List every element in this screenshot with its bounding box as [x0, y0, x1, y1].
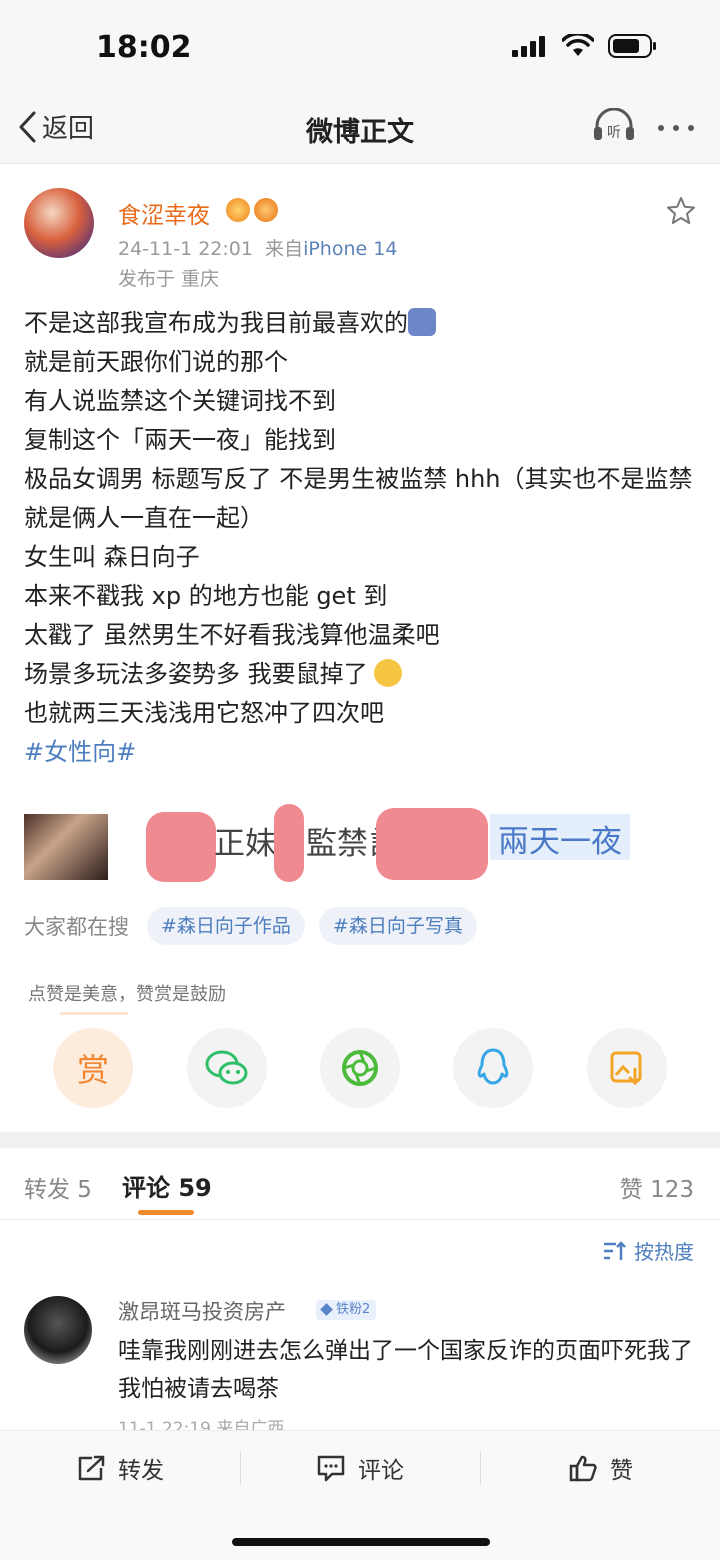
bar-separator	[480, 1451, 481, 1485]
comment-text: 哇靠我刚刚进去怎么弹出了一个国家反诈的页面吓死我了我怕被请去喝茶	[118, 1338, 693, 1402]
reward-tip: 点赞是美意，赞赏是鼓励	[28, 984, 226, 1005]
more-options-button[interactable]	[656, 98, 696, 166]
author-name[interactable]: 食涩幸夜	[118, 196, 210, 230]
interaction-tabs: 转发 5 评论 59 赞 123	[0, 1148, 720, 1220]
share-qq-button[interactable]	[453, 1028, 533, 1108]
post-line: 就是前天跟你们说的那个	[24, 348, 288, 376]
post-line: 有人说监禁这个关键词找不到	[24, 387, 336, 415]
author-badges	[226, 198, 278, 222]
back-button[interactable]: 返回	[18, 108, 94, 145]
repost-button[interactable]: 转发	[76, 1451, 164, 1485]
censor-mark	[376, 808, 488, 880]
post-line: 本来不戳我 xp 的地方也能 get 到	[24, 582, 388, 610]
sort-by-hot-button[interactable]: 按热度	[602, 1236, 694, 1265]
favorite-button[interactable]	[666, 196, 696, 230]
wifi-icon	[562, 34, 594, 56]
post-line: 复制这个「兩天一夜」能找到	[24, 426, 336, 454]
repost-icon	[78, 1455, 105, 1481]
post-header: 食涩幸夜 24-11-1 22:01 来自iPhone 14 发布于 重庆	[0, 170, 720, 290]
sort-label: 按热度	[634, 1240, 694, 1264]
active-tab-indicator	[138, 1210, 194, 1215]
more-icon	[658, 125, 694, 131]
navigation-bar: 返回 微博正文 听	[0, 96, 720, 164]
sort-icon	[604, 1240, 626, 1260]
post-line-text: 场景多玩法多姿势多 我要鼠掉了	[24, 660, 368, 688]
save-image-button[interactable]	[587, 1028, 667, 1108]
comment-item[interactable]: 激昂斑马投资房产 铁粉2 哇靠我刚刚进去怎么弹出了一个国家反诈的页面吓死我了我怕…	[0, 1286, 720, 1439]
fish-badge-icon	[254, 198, 278, 222]
share-row: 赏	[0, 1028, 720, 1112]
reward-label: 赏	[76, 1051, 109, 1089]
share-moments-button[interactable]	[320, 1028, 400, 1108]
post-line: 场景多玩法多姿势多 我要鼠掉了	[24, 655, 696, 694]
bar-separator	[240, 1451, 241, 1485]
post-hashtag[interactable]: #女性向#	[24, 733, 696, 772]
post-location: 发布于 重庆	[118, 268, 220, 290]
share-wechat-button[interactable]	[187, 1028, 267, 1108]
commenter-avatar[interactable]	[24, 1296, 92, 1364]
post-source-prefix: 来自	[265, 238, 304, 260]
media-text-snippet: 正妹	[214, 826, 276, 862]
image-download-icon	[610, 1051, 642, 1086]
like-label: 赞	[610, 1458, 633, 1484]
like-button[interactable]: 赞	[568, 1451, 633, 1485]
media-text-snippet: 監禁	[306, 826, 368, 862]
wechat-icon	[205, 1050, 248, 1085]
repost-label: 转发	[118, 1458, 164, 1484]
post-line-text: 不是这部我宣布成为我目前最喜欢的	[24, 309, 408, 337]
video-camera-emoji-icon	[408, 308, 436, 336]
section-divider	[0, 1132, 720, 1148]
camera-aperture-icon	[342, 1050, 378, 1086]
drooling-face-emoji-icon	[373, 659, 402, 687]
crown-badge-icon	[226, 198, 250, 222]
comment-label: 评论	[358, 1458, 404, 1484]
post-meta: 24-11-1 22:01 来自iPhone 14	[118, 234, 397, 261]
author-avatar[interactable]	[24, 188, 94, 258]
post-line: 极品女调男 标题写反了 不是男生被监禁 hhh（其实也不是监禁 就是俩人一直在一…	[24, 465, 693, 532]
status-bar: 18:02	[0, 0, 720, 96]
trending-search-chip[interactable]: #森日向子作品	[147, 907, 305, 945]
post-line: 太戳了 虽然男生不好看我浅算他温柔吧	[24, 621, 440, 649]
chevron-left-icon	[19, 111, 36, 142]
fan-badge: 铁粉2	[316, 1300, 377, 1320]
post-line: 也就两三天浅浅用它怒冲了四次吧	[24, 699, 384, 727]
post-timestamp: 24-11-1 22:01	[118, 238, 253, 260]
signal-icon	[512, 36, 545, 57]
comment-icon	[317, 1455, 345, 1482]
battery-icon	[608, 34, 656, 58]
tab-likes[interactable]: 赞 123	[620, 1170, 694, 1204]
tip-pointer	[60, 1012, 128, 1015]
trending-search-chip[interactable]: #森日向子写真	[318, 907, 477, 945]
tab-reposts[interactable]: 转发 5	[24, 1170, 92, 1204]
media-highlight-text: 兩天一夜	[490, 814, 630, 860]
post-line: 不是这部我宣布成为我目前最喜欢的	[24, 304, 696, 343]
comment-button[interactable]: 评论	[316, 1451, 404, 1485]
home-indicator	[232, 1538, 490, 1546]
status-time: 18:02	[96, 30, 192, 65]
back-label: 返回	[42, 114, 95, 144]
post-source[interactable]: iPhone 14	[303, 238, 397, 260]
star-icon	[667, 197, 695, 224]
tab-comments[interactable]: 评论 59	[122, 1168, 212, 1203]
listen-button[interactable]: 听	[592, 107, 636, 146]
svg-text:听: 听	[607, 125, 621, 141]
media-preview[interactable]: 正妹 監禁 話 兩天一夜	[24, 804, 704, 882]
censor-mark	[146, 812, 216, 882]
reward-button[interactable]: 赏	[53, 1028, 133, 1108]
trending-search-row: 大家都在搜 #森日向子作品 #森日向子写真	[24, 906, 477, 946]
commenter-name[interactable]: 激昂斑马投资房产	[118, 1296, 286, 1326]
qq-penguin-icon	[477, 1048, 509, 1085]
censor-mark	[274, 804, 304, 882]
trending-search-label: 大家都在搜	[24, 915, 129, 939]
thumbs-up-icon	[569, 1455, 597, 1482]
post-content: 不是这部我宣布成为我目前最喜欢的 就是前天跟你们说的那个 有人说监禁这个关键词找…	[24, 304, 696, 772]
headphones-icon: 听	[594, 107, 634, 141]
post-line: 女生叫 森日向子	[24, 543, 200, 571]
status-icons	[512, 34, 658, 58]
media-thumbnail[interactable]	[24, 814, 108, 880]
